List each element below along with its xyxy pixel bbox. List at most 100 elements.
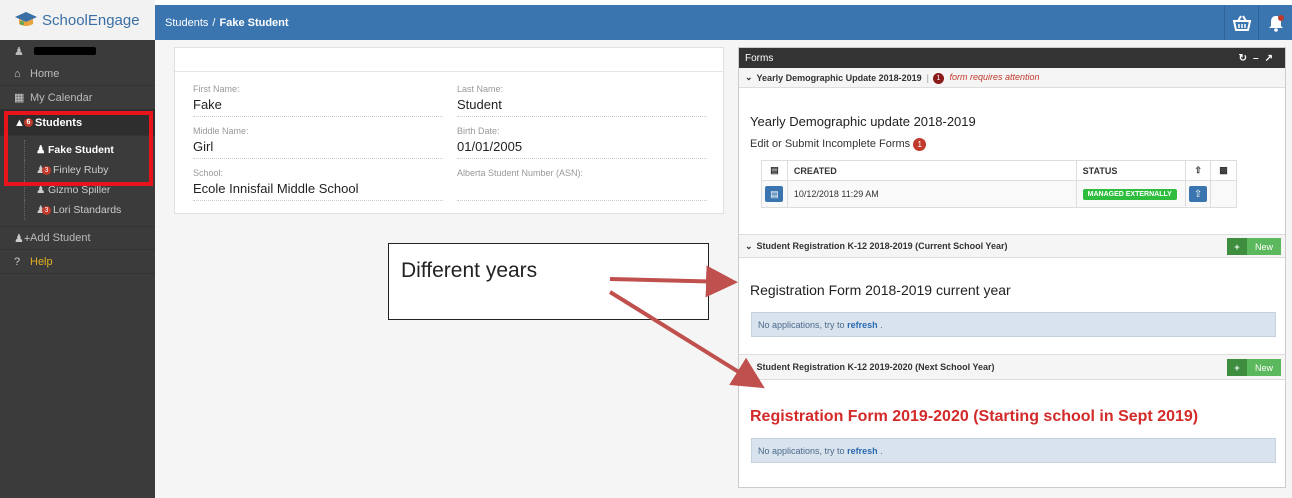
middle-name-field: Middle Name: Girl [193, 126, 443, 159]
breadcrumb-separator: / [212, 16, 216, 29]
sidebar-item-label: My Calendar [30, 91, 93, 104]
forms-panel: Forms ↻–↗ ⌄ Yearly Demographic Update 20… [738, 47, 1286, 488]
minimize-icon[interactable]: – [1253, 53, 1265, 64]
plus-icon: + [1226, 359, 1247, 376]
no-apps-period: . [880, 319, 883, 330]
forms-title: Forms [745, 52, 774, 64]
upload-button[interactable]: ⇧ [1186, 181, 1212, 207]
annotation-callout: Different years [388, 243, 709, 320]
col-created: CREATED [788, 161, 1077, 180]
sidebar-item-add-student[interactable]: ♟+ Add Student [0, 226, 155, 250]
highlight-box [4, 111, 153, 186]
chevron-down-icon: ⌄ [745, 72, 753, 82]
no-apps-text: No applications, try to [758, 445, 845, 456]
status-badge: MANAGED EXTERNALLY [1082, 188, 1177, 200]
student-name: Lori Standards [53, 204, 122, 216]
user-profile[interactable]: ♟ [0, 40, 155, 62]
birth-date-field: Birth Date: 01/01/2005 [457, 126, 707, 159]
section-title: Student Registration K-12 2019-2020 (Nex… [756, 362, 995, 372]
field-value: Girl [193, 139, 214, 154]
form-title: Registration Form 2018-2019 current year [750, 282, 1011, 298]
no-apps-text: No applications, try to [758, 319, 845, 330]
sidebar-item-label: Add Student [30, 232, 91, 244]
bell-icon [1268, 14, 1284, 32]
incomplete-badge: 1 [913, 138, 927, 151]
new-label: New [1246, 359, 1281, 376]
attention-text: form requires attention [949, 71, 1040, 82]
open-form-button[interactable]: ▤ [762, 181, 788, 207]
student-badge: 3 [42, 205, 51, 215]
asn-field: Alberta Student Number (ASN): [457, 168, 707, 201]
table-header: ▤ CREATED STATUS ⇧ ▩ [762, 161, 1236, 181]
top-bar: SchoolEngage Students / Fake Student [0, 0, 1292, 40]
field-label: Last Name: [457, 84, 504, 94]
home-icon: ⌂ [14, 67, 21, 80]
section-registration-next-body: Registration Form 2019-2020 (Starting sc… [739, 380, 1285, 480]
first-name-field: First Name: Fake [193, 84, 443, 117]
field-value [457, 181, 707, 200]
new-registration-current-button[interactable]: + New [1226, 238, 1281, 255]
basket-icon [1232, 14, 1251, 31]
breadcrumb-current: Fake Student [219, 16, 289, 29]
field-value: 01/01/2005 [457, 139, 523, 154]
section-title: Student Registration K-12 2018-2019 (Cur… [756, 241, 1008, 251]
no-applications-notice: No applications, try to refresh . [751, 312, 1276, 337]
add-user-icon: ♟+ [14, 232, 31, 245]
student-info-card: First Name: Fake Last Name: Student Midd… [174, 47, 724, 214]
attention-badge: 1 [932, 72, 944, 84]
redacted-username [33, 47, 96, 55]
card-header [175, 48, 723, 72]
section-registration-current-header[interactable]: ⌄ Student Registration K-12 2018-2019 (C… [739, 234, 1285, 258]
plus-icon: + [1226, 238, 1247, 255]
cell-empty [1211, 181, 1236, 207]
list-icon: ▤ [762, 161, 788, 180]
incomplete-forms-link[interactable]: Edit or Submit Incomplete Forms 1 [750, 138, 929, 151]
refresh-link[interactable]: refresh [847, 446, 878, 456]
notifications-button[interactable] [1258, 5, 1292, 40]
field-value: Ecole Innisfail Middle School [193, 181, 359, 196]
form-title: Yearly Demographic update 2018-2019 [750, 114, 976, 129]
section-registration-current-body: Registration Form 2018-2019 current year… [739, 258, 1285, 354]
section-registration-next-header[interactable]: ⌄ Student Registration K-12 2019-2020 (N… [739, 354, 1285, 380]
field-label: Middle Name: [193, 126, 249, 136]
sidebar-item-calendar[interactable]: ▦ My Calendar [0, 86, 155, 110]
expand-icon[interactable]: ↗ [1265, 53, 1279, 64]
section-title: Yearly Demographic Update 2018-2019 [756, 72, 922, 83]
last-name-field: Last Name: Student [457, 84, 707, 117]
logo[interactable]: SchoolEngage [0, 0, 155, 40]
logo-text: SchoolEngage [42, 11, 140, 29]
section-demographic-body: Yearly Demographic update 2018-2019 Edit… [739, 88, 1285, 234]
new-registration-next-button[interactable]: + New [1226, 359, 1281, 376]
chevron-down-icon: ⌄ [745, 361, 753, 372]
no-applications-notice: No applications, try to refresh . [751, 438, 1276, 463]
field-label: First Name: [193, 84, 240, 94]
table-row[interactable]: ▤ 10/12/2018 11:29 AM MANAGED EXTERNALLY… [762, 181, 1236, 207]
field-value: Student [457, 97, 502, 112]
form-icon: ▤ [765, 186, 784, 202]
forms-table: ▤ CREATED STATUS ⇧ ▩ ▤ 10/12/2018 11:29 … [761, 160, 1237, 208]
calendar-icon: ▦ [14, 92, 25, 104]
refresh-icon[interactable]: ↻ [1239, 53, 1253, 64]
attention-notice: 1 form requires attention [932, 71, 1040, 84]
sidebar-item-help[interactable]: ? Help [0, 250, 155, 274]
breadcrumb-parent[interactable]: Students [165, 17, 208, 29]
basket-button[interactable] [1224, 5, 1258, 40]
sidebar-student-lori-standards[interactable]: ♟ 3 Lori Standards [0, 200, 155, 220]
field-label: Alberta Student Number (ASN): [457, 168, 584, 178]
user-icon: ♟ [14, 45, 24, 58]
sidebar-item-label: Help [30, 255, 53, 268]
cell-status: MANAGED EXTERNALLY [1077, 181, 1187, 207]
trash-icon: ▩ [1219, 165, 1228, 175]
section-demographic-header[interactable]: ⌄ Yearly Demographic Update 2018-2019 | … [739, 68, 1285, 88]
sidebar-item-home[interactable]: ⌂ Home [0, 62, 155, 86]
callout-text: Different years [401, 259, 538, 282]
cell-created: 10/12/2018 11:29 AM [788, 181, 1077, 207]
chevron-down-icon: ⌄ [745, 240, 753, 251]
refresh-link[interactable]: refresh [847, 320, 878, 330]
incomplete-label: Edit or Submit Incomplete Forms [750, 138, 911, 150]
graduation-cap-icon [15, 12, 37, 26]
new-label: New [1246, 238, 1281, 255]
header-bar: Students / Fake Student [155, 5, 1292, 40]
help-icon: ? [14, 255, 21, 268]
header-actions [1224, 5, 1292, 40]
